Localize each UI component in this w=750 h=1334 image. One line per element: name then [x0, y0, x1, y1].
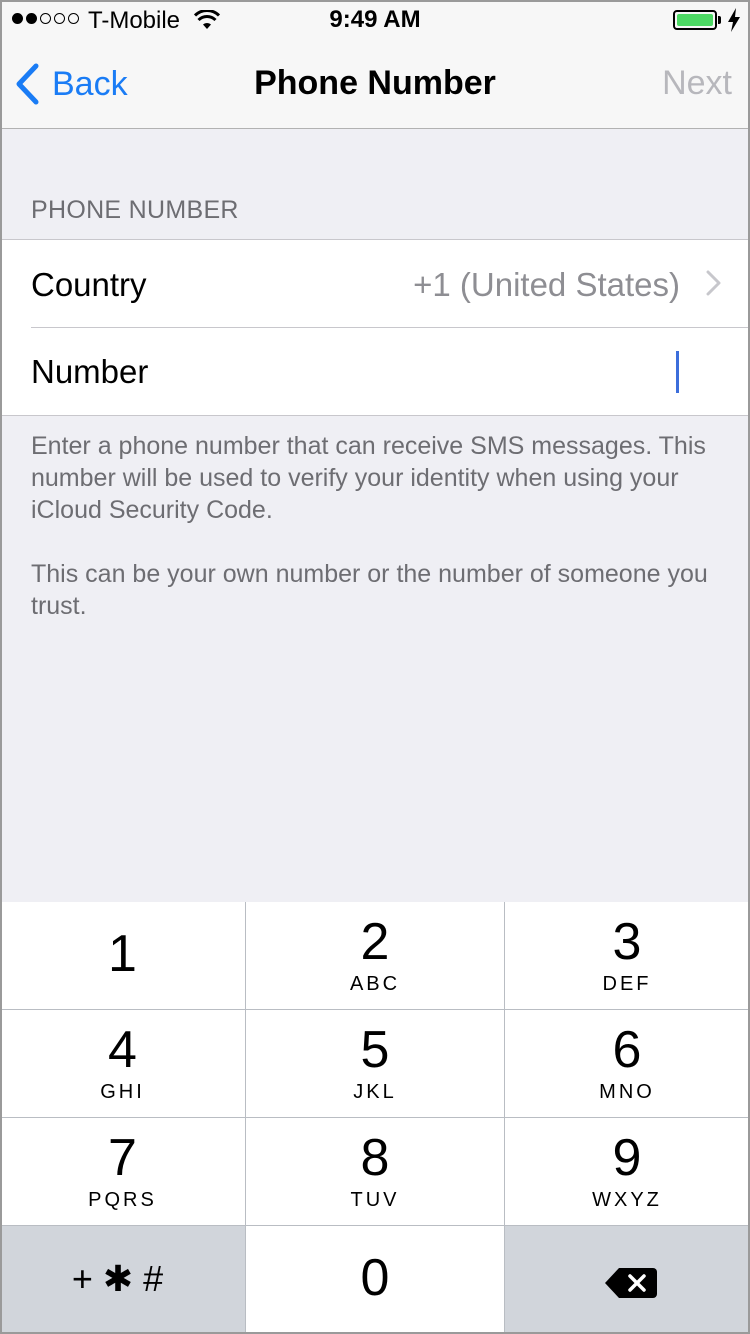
key-letters: GHI: [100, 1081, 145, 1103]
charging-bolt-icon: [728, 8, 740, 32]
key-letters: WXYZ: [592, 1189, 662, 1211]
key-digit: 6: [612, 1021, 642, 1079]
navigation-bar: Back Phone Number Next: [0, 40, 750, 129]
footer-paragraph-1: Enter a phone number that can receive SM…: [31, 432, 706, 524]
key-digit: 5: [360, 1021, 390, 1079]
country-label: Country: [31, 266, 147, 303]
key-letters: TUV: [350, 1189, 400, 1211]
key-letters: PQRS: [88, 1189, 157, 1211]
key-digit: 8: [360, 1129, 390, 1187]
status-time: 9:49 AM: [329, 6, 421, 33]
key-letters: ABC: [349, 973, 401, 995]
key-digit: 3: [612, 913, 642, 971]
battery-icon: [673, 10, 717, 30]
chevron-right-icon: [706, 270, 721, 296]
section-header: PHONE NUMBER: [31, 196, 239, 224]
text-cursor: [676, 351, 679, 393]
key-letters: JKL: [353, 1081, 397, 1103]
key-letters: MNO: [599, 1081, 655, 1103]
key-1[interactable]: 1: [0, 902, 246, 1010]
key-digit: 0: [360, 1249, 390, 1307]
key-6[interactable]: 6 MNO: [505, 1010, 750, 1118]
key-digit: 9: [612, 1129, 642, 1187]
key-letters: DEF: [602, 973, 652, 995]
status-bar: T-Mobile 9:49 AM: [0, 0, 750, 40]
key-digit: 4: [108, 1021, 137, 1079]
country-value: +1 (United States): [413, 266, 680, 303]
symbols-label: +✱#: [71, 1258, 174, 1299]
numeric-keypad: 1 2 ABC 3 DEF 4 GHI 5 JKL 6 MNO 7 PQRS 8…: [0, 902, 750, 1334]
number-field[interactable]: Number: [0, 327, 750, 414]
key-5[interactable]: 5 JKL: [246, 1010, 505, 1118]
key-8[interactable]: 8 TUV: [246, 1118, 505, 1226]
page-title: Phone Number: [254, 64, 496, 102]
phone-number-form: Country +1 (United States) Number: [0, 239, 750, 416]
delete-button[interactable]: [505, 1226, 750, 1334]
key-digit: 2: [360, 913, 390, 971]
key-digit: 7: [108, 1129, 137, 1187]
country-row[interactable]: Country +1 (United States): [0, 240, 750, 327]
number-label: Number: [31, 353, 149, 390]
key-7[interactable]: 7 PQRS: [0, 1118, 246, 1226]
key-symbols[interactable]: +✱#: [0, 1226, 246, 1334]
key-3[interactable]: 3 DEF: [505, 902, 750, 1010]
footer-paragraph-2: This can be your own number or the numbe…: [31, 560, 708, 620]
backspace-icon: [605, 1268, 657, 1298]
key-0[interactable]: 0: [246, 1226, 505, 1334]
key-digit: 1: [108, 925, 137, 983]
next-button[interactable]: Next: [662, 64, 732, 103]
key-2[interactable]: 2 ABC: [246, 902, 505, 1010]
key-4[interactable]: 4 GHI: [0, 1010, 246, 1118]
key-9[interactable]: 9 WXYZ: [505, 1118, 750, 1226]
